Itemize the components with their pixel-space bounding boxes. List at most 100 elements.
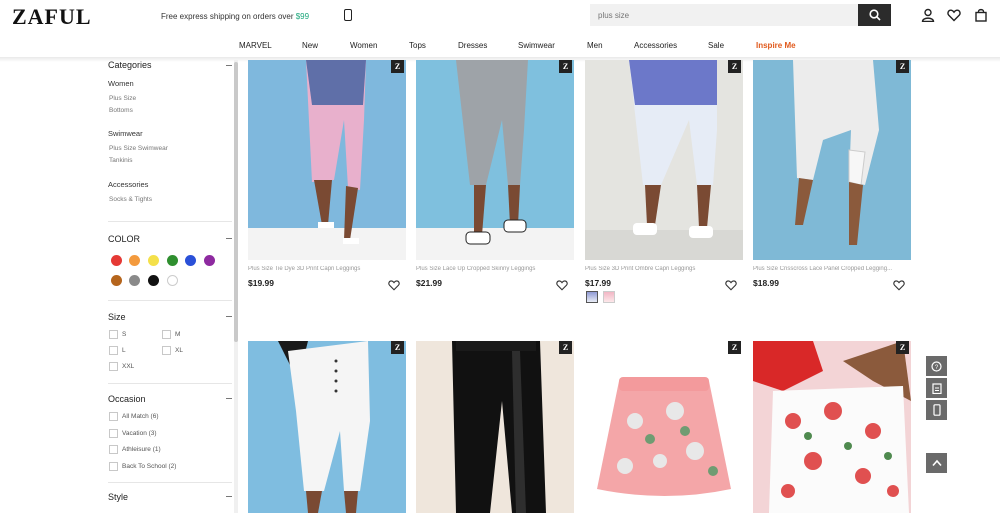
shipping-amount: $99: [295, 12, 310, 21]
category-bottoms[interactable]: Bottoms: [109, 107, 133, 114]
color-swatch-gray[interactable]: [129, 275, 140, 286]
category-tankinis[interactable]: Tankinis: [109, 157, 132, 164]
product-image[interactable]: [585, 341, 743, 513]
filter-sidebar: Categories Women Plus Size Bottoms Swimw…: [108, 60, 232, 513]
product-price: $19.99: [248, 278, 274, 288]
shipping-banner: Free express shipping on orders over $99: [161, 12, 309, 21]
search-button[interactable]: [858, 4, 891, 26]
search-input[interactable]: [590, 4, 858, 26]
nav-men[interactable]: Men: [587, 41, 603, 50]
wishlist-heart-icon[interactable]: [893, 279, 905, 291]
occasion-checkbox[interactable]: [109, 462, 118, 471]
divider: [108, 482, 232, 483]
product-name[interactable]: Plus Size Tie Dye 3D Print Capri Legging…: [248, 266, 398, 272]
collapse-icon[interactable]: [226, 398, 232, 399]
color-swatch-blue[interactable]: [185, 255, 196, 266]
product-image[interactable]: [585, 60, 743, 260]
nav-dresses[interactable]: Dresses: [458, 41, 487, 50]
size-title[interactable]: Size: [108, 312, 126, 322]
clipboard-icon: [931, 383, 942, 394]
product-name[interactable]: Plus Size Lace Up Cropped Skinny Legging…: [416, 266, 566, 272]
zaful-logo[interactable]: ZAFUL: [12, 4, 92, 30]
help-button[interactable]: ?: [926, 356, 947, 376]
shopping-bag-icon[interactable]: [974, 8, 988, 22]
color-title[interactable]: COLOR: [108, 234, 140, 244]
color-swatch-green[interactable]: [167, 255, 178, 266]
size-checkbox-l[interactable]: [109, 346, 118, 355]
size-label: S: [122, 331, 127, 338]
color-swatch-black[interactable]: [148, 275, 159, 286]
zaful-badge-icon: Z: [391, 60, 404, 73]
size-checkbox-xxl[interactable]: [109, 362, 118, 371]
product-image[interactable]: [753, 60, 911, 260]
color-variant-swatch[interactable]: [603, 291, 615, 303]
zaful-badge-icon: Z: [896, 341, 909, 354]
main-nav: MARVEL New Women Tops Dresses Swimwear M…: [0, 36, 1000, 58]
nav-tops[interactable]: Tops: [409, 41, 426, 50]
product-image[interactable]: [248, 341, 406, 513]
zaful-badge-icon: Z: [559, 341, 572, 354]
product-image[interactable]: [416, 341, 574, 513]
feedback-button[interactable]: [926, 378, 947, 398]
product-image[interactable]: [416, 60, 574, 260]
color-variant-swatch[interactable]: [586, 291, 598, 303]
product-price: $17.99: [585, 278, 611, 288]
mobile-app-icon[interactable]: [344, 9, 352, 21]
collapse-icon[interactable]: [226, 65, 232, 66]
occasion-checkbox[interactable]: [109, 445, 118, 454]
occasion-checkbox[interactable]: [109, 412, 118, 421]
app-download-button[interactable]: [926, 400, 947, 420]
zaful-badge-icon: Z: [559, 60, 572, 73]
back-to-top-button[interactable]: [926, 453, 947, 473]
size-label: L: [122, 347, 126, 354]
size-label: XL: [175, 347, 183, 354]
category-swimwear[interactable]: Swimwear: [108, 129, 143, 138]
categories-title[interactable]: Categories: [108, 60, 152, 70]
category-accessories[interactable]: Accessories: [108, 180, 148, 189]
help-icon: ?: [931, 360, 942, 372]
product-name[interactable]: Plus Size Crisscross Lace Panel Cropped …: [753, 266, 903, 272]
nav-accessories[interactable]: Accessories: [634, 41, 677, 50]
size-checkbox-m[interactable]: [162, 330, 171, 339]
wishlist-heart-icon[interactable]: [556, 279, 568, 291]
category-plus-size[interactable]: Plus Size: [109, 95, 136, 102]
product-name[interactable]: Plus Size 3D Print Ombre Capri Leggings: [585, 266, 735, 272]
color-swatch-yellow[interactable]: [148, 255, 159, 266]
collapse-icon[interactable]: [226, 496, 232, 497]
nav-women[interactable]: Women: [350, 41, 377, 50]
collapse-icon[interactable]: [226, 238, 232, 239]
size-checkbox-s[interactable]: [109, 330, 118, 339]
color-swatch-brown[interactable]: [111, 275, 122, 286]
divider: [108, 300, 232, 301]
occasion-label: Back To School (2): [122, 463, 177, 470]
color-swatch-orange[interactable]: [129, 255, 140, 266]
nav-inspire-me[interactable]: Inspire Me: [756, 41, 796, 50]
divider: [108, 221, 232, 222]
nav-swimwear[interactable]: Swimwear: [518, 41, 555, 50]
nav-sale[interactable]: Sale: [708, 41, 724, 50]
color-swatch-white[interactable]: [167, 275, 178, 286]
occasion-label: All Match (6): [122, 413, 159, 420]
category-socks-tights[interactable]: Socks & Tights: [109, 196, 152, 203]
product-price: $21.99: [416, 278, 442, 288]
wishlist-heart-icon[interactable]: [947, 8, 961, 22]
category-plus-size-swimwear[interactable]: Plus Size Swimwear: [109, 145, 168, 152]
nav-marvel[interactable]: MARVEL: [239, 41, 272, 50]
color-swatch-red[interactable]: [111, 255, 122, 266]
category-women[interactable]: Women: [108, 79, 134, 88]
collapse-icon[interactable]: [226, 316, 232, 317]
style-title[interactable]: Style: [108, 492, 128, 502]
color-swatch-purple[interactable]: [204, 255, 215, 266]
size-label: M: [175, 331, 181, 338]
occasion-checkbox[interactable]: [109, 429, 118, 438]
size-checkbox-xl[interactable]: [162, 346, 171, 355]
zaful-badge-icon: Z: [896, 60, 909, 73]
product-image[interactable]: [753, 341, 911, 513]
user-icon[interactable]: [921, 8, 935, 22]
sidebar-scrollbar-thumb[interactable]: [234, 62, 238, 342]
wishlist-heart-icon[interactable]: [725, 279, 737, 291]
occasion-title[interactable]: Occasion: [108, 394, 146, 404]
nav-new[interactable]: New: [302, 41, 318, 50]
wishlist-heart-icon[interactable]: [388, 279, 400, 291]
product-image[interactable]: [248, 60, 406, 260]
